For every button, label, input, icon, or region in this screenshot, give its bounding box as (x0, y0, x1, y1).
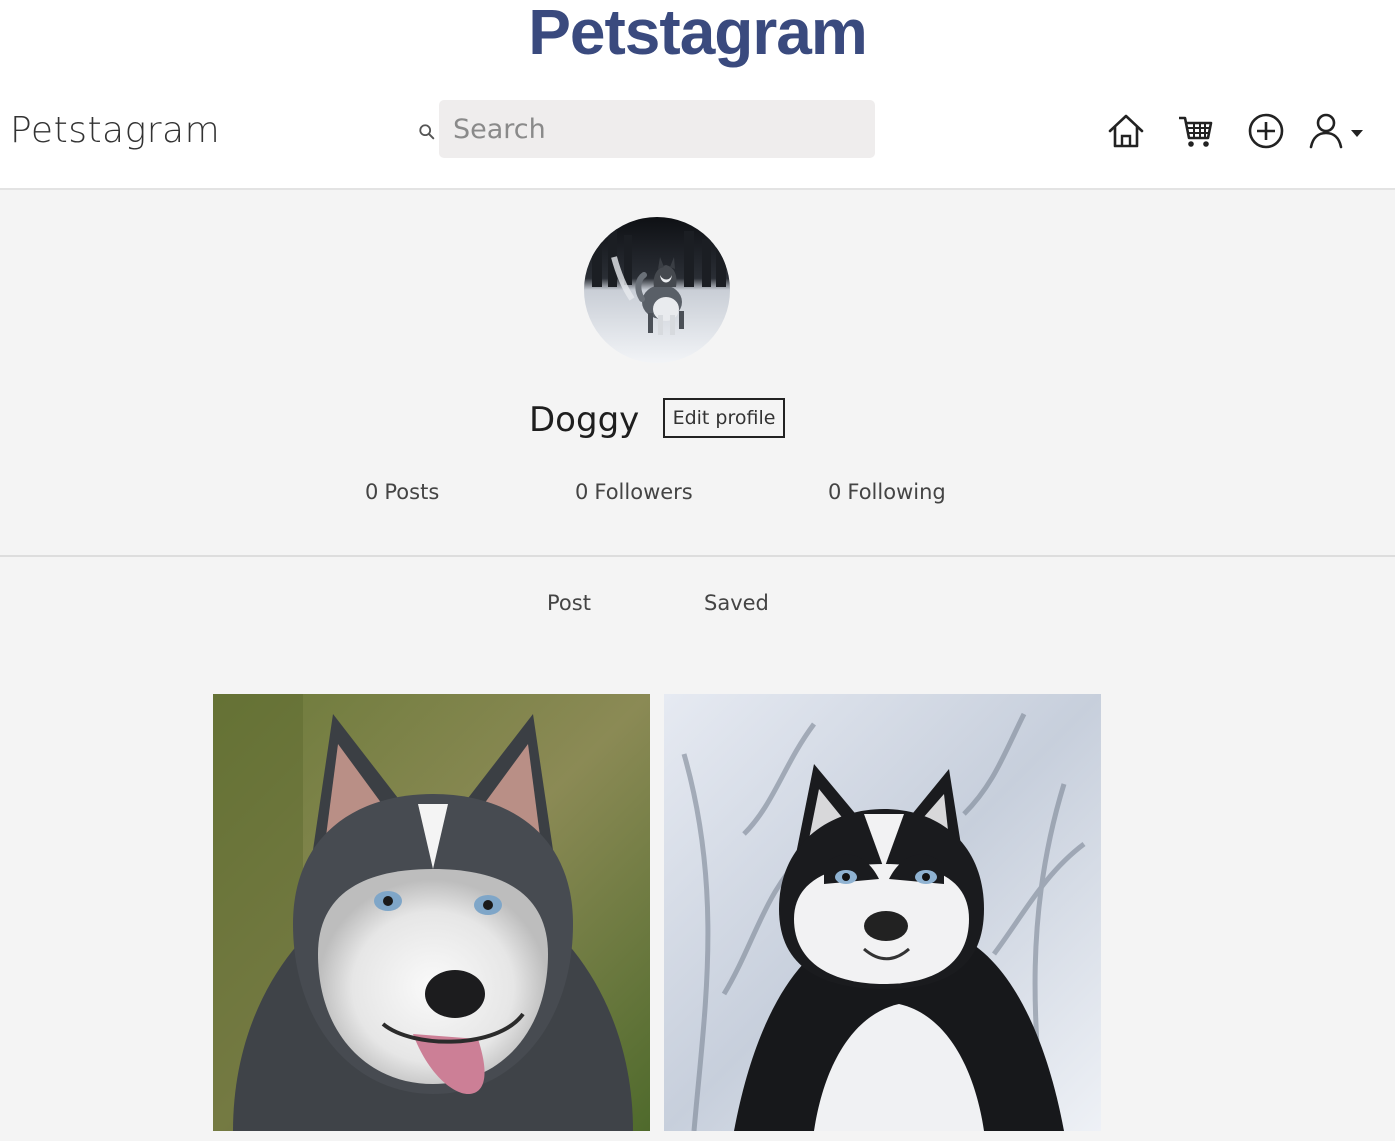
home-icon[interactable] (1106, 111, 1146, 151)
brand-logo[interactable]: Petstagram (10, 110, 220, 151)
chevron-down-icon[interactable] (1350, 124, 1364, 137)
post-thumbnail[interactable] (664, 694, 1101, 1131)
add-post-icon[interactable] (1246, 111, 1286, 151)
user-icon[interactable] (1306, 111, 1346, 151)
following-label: Following (847, 480, 946, 504)
posts-count: 0 (365, 480, 379, 504)
edit-profile-button[interactable]: Edit profile (663, 398, 785, 438)
following-stat[interactable]: 0 Following (828, 480, 946, 504)
tab-saved[interactable]: Saved (704, 591, 769, 615)
profile-username: Doggy (529, 400, 640, 440)
post-thumbnail[interactable] (213, 694, 650, 1131)
posts-stat: 0 Posts (365, 480, 439, 504)
search-input[interactable] (439, 100, 875, 158)
followers-stat[interactable]: 0 Followers (575, 480, 693, 504)
top-navbar: Petstagram (0, 78, 1395, 190)
tab-post[interactable]: Post (547, 591, 591, 615)
profile-content: Post Saved (0, 557, 1395, 1141)
posts-label: Posts (384, 480, 440, 504)
search-bar (412, 100, 877, 158)
search-icon (418, 123, 436, 141)
cart-icon[interactable] (1176, 111, 1216, 151)
followers-label: Followers (594, 480, 693, 504)
followers-count: 0 (575, 480, 589, 504)
avatar[interactable] (584, 217, 730, 363)
following-count: 0 (828, 480, 842, 504)
page-banner-title: Petstagram (528, 0, 868, 68)
profile-header: Doggy Edit profile 0 Posts 0 Followers 0 Fo… (0, 190, 1395, 557)
